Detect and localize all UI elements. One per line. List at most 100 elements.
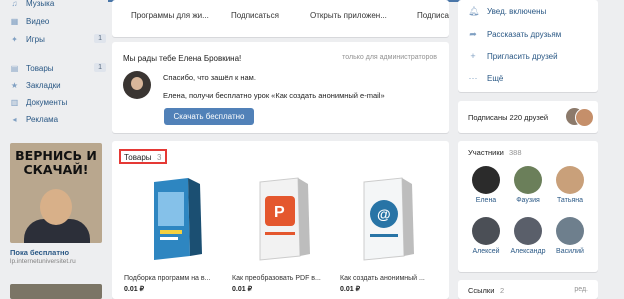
product-pdf-to-ppt-image: P: [259, 177, 310, 261]
nav-item-games[interactable]: ✦ Игры 1: [10, 31, 106, 48]
member-name: Фаузия: [516, 197, 540, 204]
member-name: Александр: [510, 248, 546, 255]
music-icon: ♫: [11, 0, 18, 8]
product-price: 0.01 ₽: [232, 286, 253, 293]
invite-icon: +: [470, 51, 476, 61]
tab-programs[interactable]: Программы для жи...: [131, 11, 209, 20]
ad-banner-second[interactable]: [10, 284, 102, 299]
nav-label: Игры: [26, 35, 45, 44]
welcome-line-2: Елена, получи бесплатно урок «Как создат…: [163, 91, 385, 100]
welcome-widget: Мы рады тебе Елена Бровкина! только для …: [112, 42, 449, 133]
product-anon-email-image: @: [363, 177, 414, 261]
group-actions: 🔔︎ Увед. включены ➦ Рассказать друзьям +…: [458, 0, 598, 92]
nav-item-bookmarks[interactable]: ★ Закладки: [10, 77, 106, 94]
tab-subscribe-2[interactable]: Подписа: [417, 11, 449, 20]
member-avatar: [514, 217, 542, 245]
nav-count: 1: [94, 34, 106, 43]
nav-label: Закладки: [26, 81, 61, 90]
tab-open-app[interactable]: Открыть приложен...: [310, 11, 387, 20]
nav-item-video[interactable]: ▦ Видео: [10, 13, 106, 30]
product-software-box-image: [154, 178, 202, 260]
links-count: 2: [500, 286, 505, 295]
action-label: Ещё: [487, 73, 504, 83]
member-avatar: [472, 217, 500, 245]
product-card[interactable]: P: [234, 174, 332, 268]
member[interactable]: Татьяна: [552, 166, 588, 204]
action-more[interactable]: ··· Ещё: [468, 73, 504, 83]
member[interactable]: Александр: [510, 217, 546, 255]
ad-title[interactable]: Пока бесплатно: [10, 248, 69, 257]
documents-icon: ▥: [10, 98, 19, 107]
product-card[interactable]: [124, 174, 222, 268]
subscribed-friends[interactable]: Подписаны 220 друзей: [458, 101, 598, 133]
members-count: 388: [509, 148, 522, 157]
links-block: Ссылки 2 ред.: [458, 280, 598, 299]
bookmark-icon: ★: [10, 81, 19, 90]
action-notifications[interactable]: 🔔︎ Увед. включены: [468, 6, 546, 17]
friend-avatar: [575, 108, 594, 127]
member[interactable]: Фаузия: [510, 166, 546, 204]
nav-count: 1: [94, 63, 106, 72]
nav-label: Товары: [26, 64, 54, 73]
share-icon: ➦: [469, 29, 477, 39]
nav-item-goods[interactable]: ▤ Товары 1: [10, 60, 106, 77]
avatar-face: [131, 77, 143, 90]
member[interactable]: Алексей: [468, 217, 504, 255]
ads-icon: ◂: [12, 115, 17, 124]
download-free-button[interactable]: Скачать бесплатно: [164, 108, 254, 125]
member-avatar: [472, 166, 500, 194]
action-label: Увед. включены: [487, 7, 547, 16]
admin-note: только для администраторов: [342, 54, 437, 61]
product-caption[interactable]: Подборка программ на в...: [124, 275, 210, 282]
bell-icon: 🔔︎: [468, 6, 480, 16]
members-block: Участники 388 Елена Фаузия Татьяна Алекс…: [458, 141, 598, 272]
nav-label: Видео: [26, 17, 50, 26]
left-nav: ♫ Музыка ▦ Видео ✦ Игры 1 ▤ Товары 1 ★ З…: [10, 0, 106, 124]
subscribed-label: Подписаны 220 друзей: [468, 113, 549, 122]
highlight-box: [119, 149, 167, 164]
welcome-greeting: Мы рады тебе Елена Бровкина!: [123, 54, 242, 63]
nav-label: Музыка: [26, 0, 55, 8]
links-title[interactable]: Ссылки: [468, 286, 494, 295]
member-name: Алексей: [472, 248, 500, 255]
ad-banner[interactable]: ВЕРНИСЬ И СКАЧАЙ!: [10, 143, 102, 243]
app-buttons-bar: Программы для жи... Подписаться Открыть …: [112, 0, 449, 37]
ad-person-head: [40, 189, 72, 225]
admin-avatar[interactable]: [123, 71, 151, 99]
product-price: 0.01 ₽: [340, 286, 361, 293]
member[interactable]: Василий: [552, 217, 588, 255]
product-card[interactable]: @: [344, 174, 442, 268]
page: ♫ Музыка ▦ Видео ✦ Игры 1 ▤ Товары 1 ★ З…: [0, 0, 624, 299]
more-icon: ···: [468, 73, 478, 83]
welcome-line-1: Спасибо, что зашёл к нам.: [163, 73, 256, 82]
member-name: Татьяна: [556, 197, 584, 204]
product-price: 0.01 ₽: [124, 286, 145, 293]
member-name: Елена: [475, 197, 497, 204]
action-tell-friends[interactable]: ➦ Рассказать друзьям: [468, 29, 561, 40]
action-invite-friends[interactable]: + Пригласить друзей: [468, 51, 558, 61]
member-avatar: [514, 166, 542, 194]
members-title[interactable]: Участники: [468, 148, 504, 157]
nav-label: Документы: [26, 98, 68, 107]
svg-text:P: P: [274, 204, 285, 221]
links-edit[interactable]: ред.: [574, 286, 588, 293]
video-icon: ▦: [10, 17, 19, 26]
member-avatar: [556, 166, 584, 194]
nav-item-ads[interactable]: ◂ Реклама: [10, 111, 106, 128]
svg-text:@: @: [377, 206, 391, 222]
nav-item-music[interactable]: ♫ Музыка: [10, 0, 106, 12]
nav-item-documents[interactable]: ▥ Документы: [10, 94, 106, 111]
member-avatar: [556, 217, 584, 245]
action-label: Пригласить друзей: [487, 51, 558, 61]
member[interactable]: Елена: [468, 166, 504, 204]
action-label: Рассказать друзьям: [487, 30, 562, 39]
games-icon: ✦: [11, 35, 18, 44]
ad-url: lp.internetuniversitet.ru: [10, 258, 76, 265]
goods-icon: ▤: [10, 64, 19, 73]
tab-subscribe[interactable]: Подписаться: [231, 11, 279, 20]
nav-label: Реклама: [26, 115, 59, 124]
ad-image-text: ВЕРНИСЬ И СКАЧАЙ!: [15, 148, 97, 177]
product-caption[interactable]: Как преобразовать PDF в...: [232, 275, 321, 282]
product-caption[interactable]: Как создать анонимный ...: [340, 275, 425, 282]
member-name: Василий: [556, 248, 584, 255]
